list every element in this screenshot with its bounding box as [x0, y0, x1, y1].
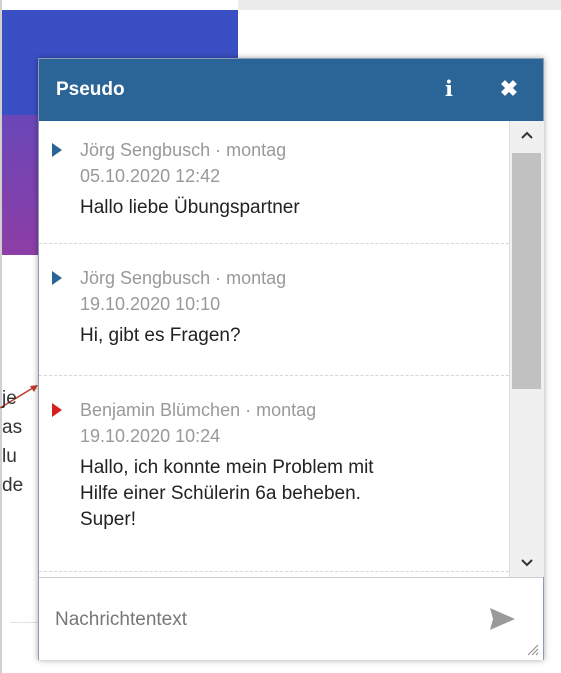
message-text-line: Hilfe einer Schülerin 6a beheben.: [80, 483, 361, 504]
message-time: 05.10.2020 12:42: [80, 166, 221, 186]
resize-grip-icon[interactable]: [525, 642, 539, 656]
message-text: Hallo liebe Übungspartner: [80, 197, 300, 218]
chat-window: Pseudo i ✖ Jörg Sengbusch · montag 05.10…: [38, 58, 544, 660]
background-fragment: lu: [2, 446, 17, 467]
message-author-date: Benjamin Blümchen · montag: [80, 400, 317, 420]
message-marker-icon: [52, 403, 62, 417]
page-edge: [0, 0, 2, 673]
background-text-fragments: je as lu de: [2, 384, 23, 500]
message-item: Benjamin Blümchen · montag 19.10.2020 10…: [39, 375, 509, 572]
message-item: Jörg Sengbusch · montag 05.10.2020 12:42…: [39, 121, 509, 244]
message-input[interactable]: [53, 602, 457, 638]
message-scrollbar[interactable]: [509, 121, 544, 577]
info-icon[interactable]: i: [440, 77, 458, 101]
chat-title: Pseudo: [56, 79, 125, 100]
message-composer: [39, 577, 543, 660]
message-text-line: Hallo, ich konnte mein Problem mit: [80, 457, 374, 478]
message-list[interactable]: Jörg Sengbusch · montag 05.10.2020 12:42…: [39, 121, 543, 577]
send-icon[interactable]: [487, 604, 517, 634]
chevron-down-icon[interactable]: [510, 549, 544, 577]
background-fragment: as: [2, 417, 23, 438]
message-author-date: Jörg Sengbusch · montag: [80, 140, 287, 160]
background-fragment: je: [2, 388, 17, 409]
scrollbar-thumb[interactable]: [512, 153, 541, 389]
message-marker-icon: [52, 143, 62, 157]
message-text: Hi, gibt es Fragen?: [80, 325, 241, 346]
chevron-up-icon[interactable]: [510, 121, 544, 149]
close-icon[interactable]: ✖: [497, 77, 521, 101]
message-item: Jörg Sengbusch · montag 19.10.2020 10:10…: [39, 243, 509, 376]
background-fragment: de: [2, 475, 24, 496]
message-time: 19.10.2020 10:10: [80, 294, 221, 314]
message-time: 19.10.2020 10:24: [80, 426, 221, 446]
message-author-date: Jörg Sengbusch · montag: [80, 268, 287, 288]
message-marker-icon: [52, 271, 62, 285]
message-text-line: Super!: [80, 509, 136, 530]
chat-header[interactable]: Pseudo i ✖: [39, 59, 543, 121]
